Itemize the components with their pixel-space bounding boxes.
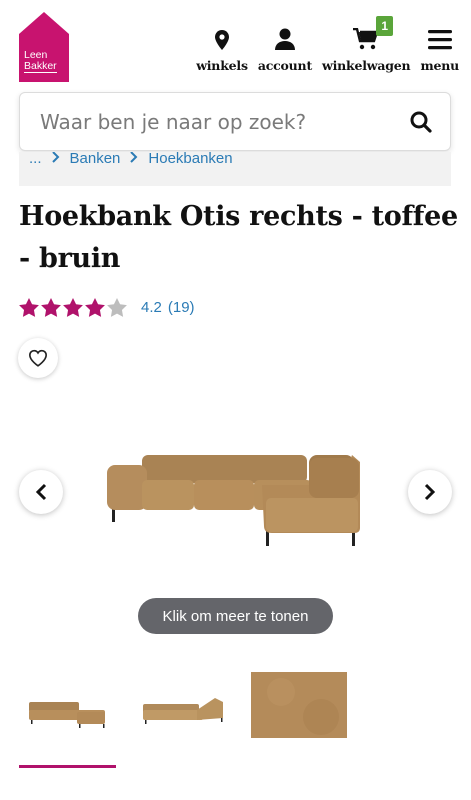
nav-label: account (257, 58, 313, 73)
thumbnail-1[interactable] (19, 672, 115, 744)
product-gallery: Klik om meer te tonen (0, 390, 471, 640)
review-count[interactable]: (19) (168, 299, 195, 316)
leen-bakker-logo[interactable]: Leen Bakker (19, 12, 69, 82)
search-icon[interactable] (410, 111, 432, 138)
thumbnail-2[interactable] (135, 672, 231, 744)
breadcrumb-hoekbanken[interactable]: Hoekbanken (148, 152, 232, 167)
star-full-icon (41, 298, 61, 317)
gallery-next-button[interactable] (408, 470, 452, 514)
breadcrumb-banken[interactable]: Banken (70, 152, 121, 167)
user-icon (274, 22, 295, 50)
nav-account[interactable]: account (258, 22, 312, 73)
fabric-swatch-image (251, 672, 347, 738)
cart-icon: 1 (353, 16, 394, 50)
cart-count-badge: 1 (376, 16, 394, 36)
nav-label: winkels (196, 58, 248, 73)
gallery-prev-button[interactable] (19, 470, 63, 514)
active-thumbnail-indicator (19, 765, 116, 768)
product-rating[interactable]: 4.2 (19) (19, 298, 195, 317)
star-full-icon (85, 298, 105, 317)
thumbnail-sofa-image (143, 698, 223, 724)
search-bar (19, 92, 451, 151)
chevron-right-icon (130, 152, 138, 167)
favorite-button[interactable] (18, 338, 58, 378)
top-nav: winkels account 1 winkelwagen menu (186, 16, 459, 73)
thumbnail-sofa-image (29, 702, 105, 728)
nav-label: winkelwagen (322, 58, 411, 73)
star-full-icon (19, 298, 39, 317)
heart-icon (28, 349, 48, 367)
logo-text-line2: Bakker (24, 60, 57, 73)
location-pin-icon (215, 22, 229, 50)
show-more-button[interactable]: Klik om meer te tonen (138, 598, 333, 634)
nav-menu[interactable]: menu (420, 22, 459, 73)
site-header: Leen Bakker winkels account 1 winkelwage… (0, 0, 471, 90)
nav-winkelwagen[interactable]: 1 winkelwagen (322, 16, 411, 73)
nav-winkels[interactable]: winkels (196, 22, 248, 73)
star-empty-icon (107, 298, 127, 317)
nav-label: menu (420, 58, 459, 73)
breadcrumb-ellipsis[interactable]: ... (29, 152, 42, 167)
rating-value: 4.2 (141, 299, 162, 316)
star-full-icon (63, 298, 83, 317)
thumbnail-3-fabric[interactable] (251, 672, 347, 744)
thumbnail-strip (0, 672, 471, 772)
breadcrumb: ... Banken Hoekbanken (19, 152, 451, 186)
chevron-left-icon (35, 483, 47, 501)
hamburger-menu-icon (427, 22, 452, 50)
product-image-sofa[interactable] (104, 450, 366, 555)
search-input[interactable] (40, 107, 400, 137)
chevron-right-icon (424, 483, 436, 501)
chevron-right-icon (51, 152, 60, 167)
corner-sofa-image (107, 455, 360, 546)
logo-text: Leen Bakker (19, 50, 69, 73)
rating-stars (19, 298, 127, 317)
product-title: Hoekbank Otis rechts - toffee - bruin (19, 201, 458, 274)
